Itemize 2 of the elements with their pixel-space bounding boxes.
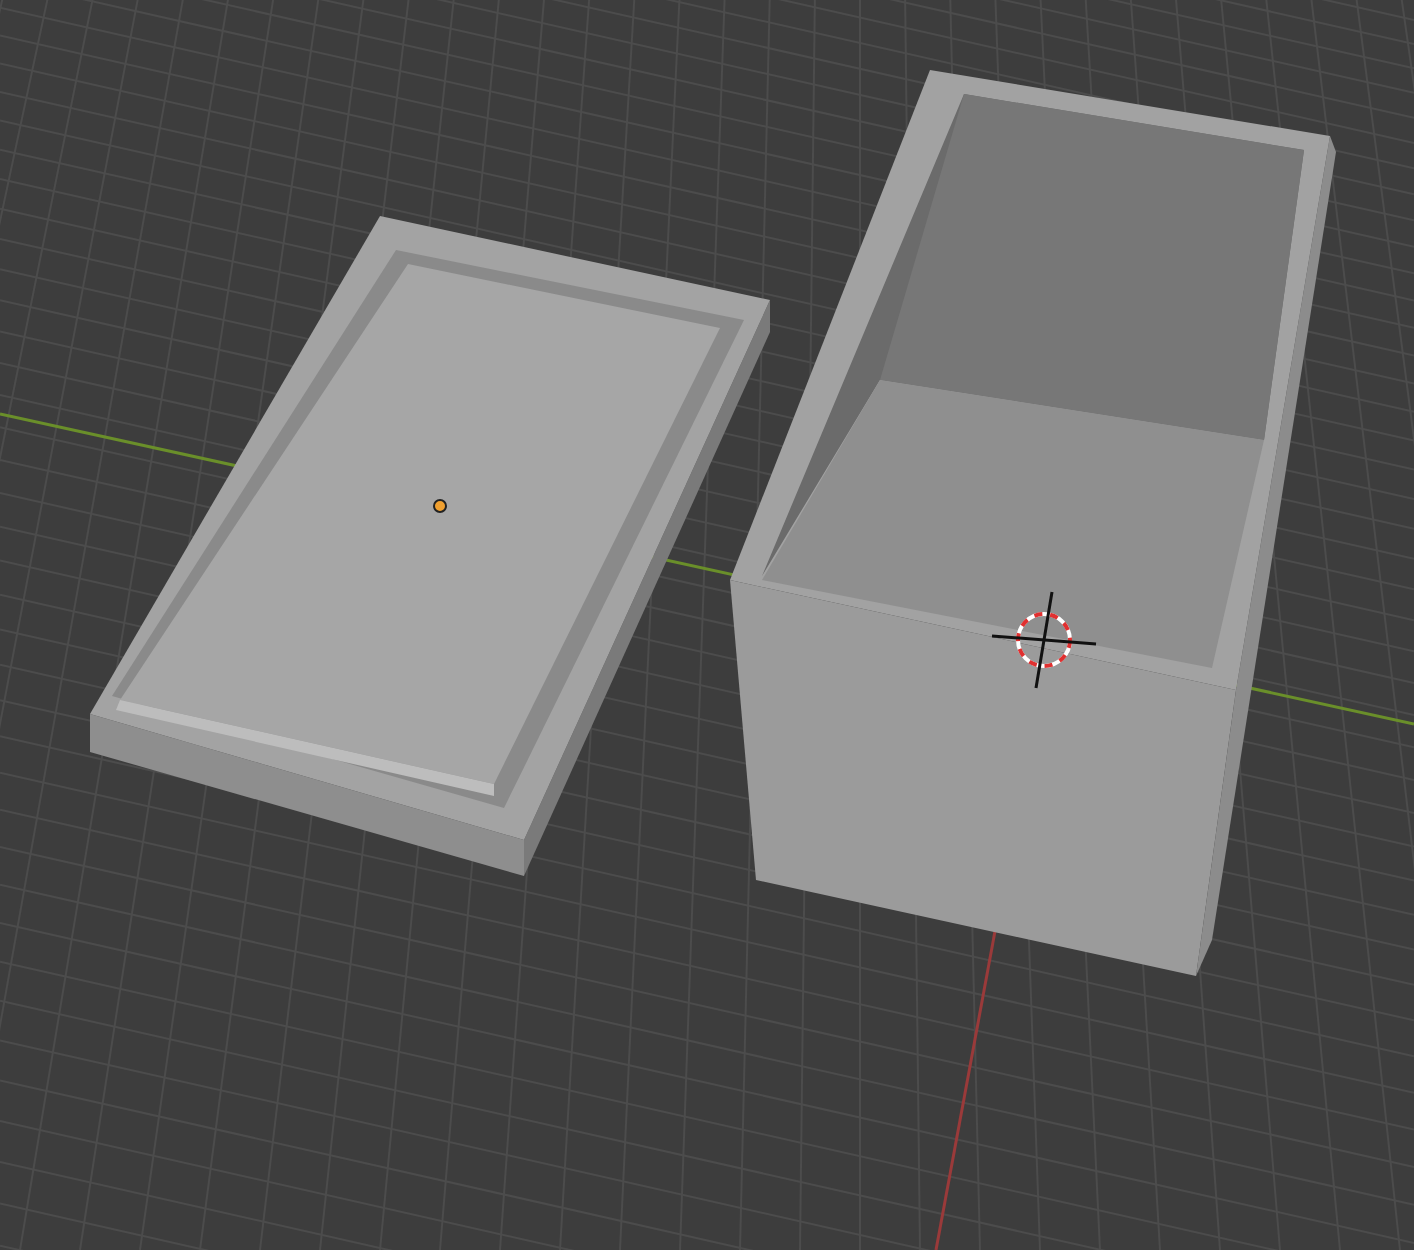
3d-cursor-icon xyxy=(991,591,1097,689)
origin-point-icon xyxy=(433,499,447,513)
